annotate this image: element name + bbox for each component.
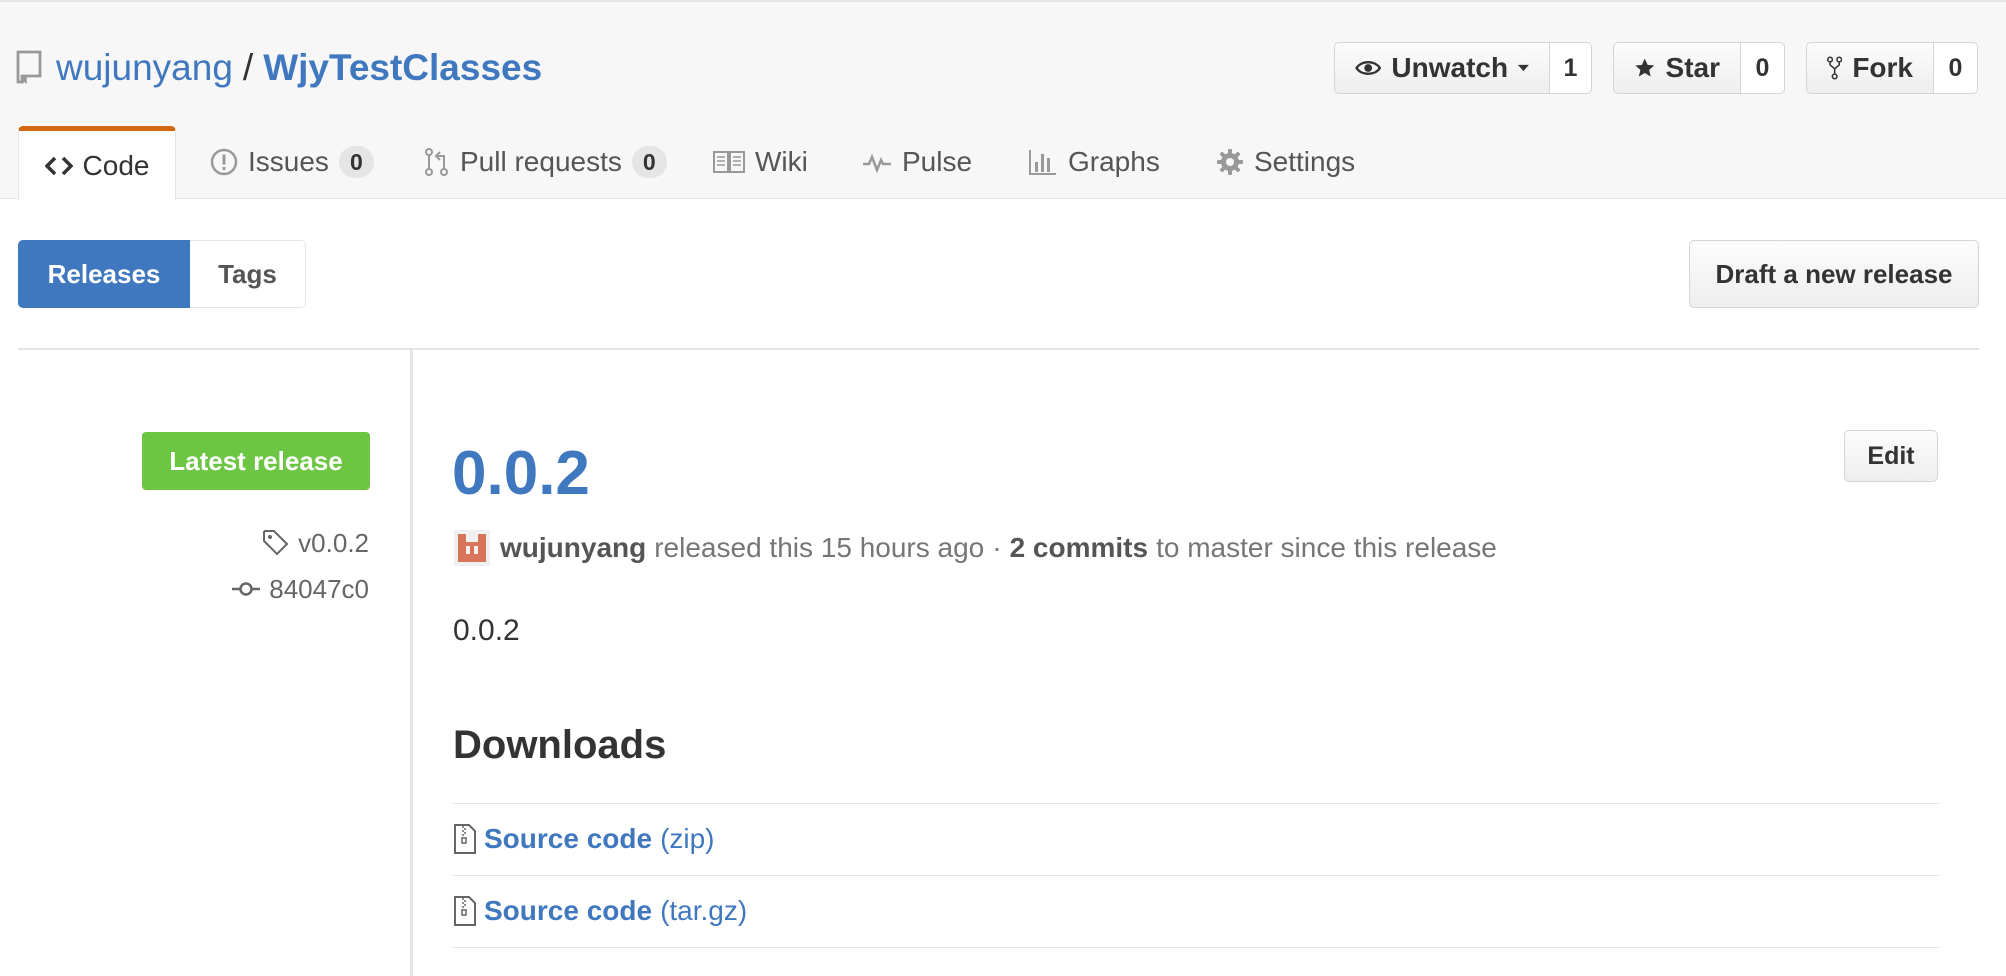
download-targz-format: (tar.gz) — [660, 895, 748, 926]
tab-settings[interactable]: Settings — [1216, 126, 1355, 198]
timeline-line — [410, 350, 413, 976]
tab-pulse[interactable]: Pulse — [862, 126, 972, 198]
tab-issues-label: Issues — [248, 146, 329, 177]
stargazers-count[interactable]: 0 — [1741, 42, 1785, 94]
commit-icon — [232, 582, 261, 596]
latest-release-badge: Latest release — [142, 432, 370, 490]
downloads-divider — [453, 947, 1939, 948]
tab-pull-requests-label: Pull requests — [460, 146, 622, 177]
fork-label: Fork — [1852, 52, 1913, 83]
eye-icon — [1355, 61, 1382, 75]
avatar[interactable] — [454, 530, 490, 566]
issues-counter: 0 — [338, 146, 374, 178]
pull-request-icon — [425, 148, 448, 176]
repo-title: wujunyang / WjyTestClasses — [16, 40, 542, 96]
release-byline: wujunyang released this 15 hours ago · 2… — [454, 528, 1497, 568]
tab-wiki-label: Wiki — [755, 146, 808, 177]
tab-pulse-label: Pulse — [902, 146, 973, 177]
tag-icon — [263, 530, 289, 556]
release-commit-label: 84047c0 — [269, 573, 369, 604]
divider — [18, 348, 1979, 350]
release-tag-label: v0.0.2 — [298, 527, 369, 558]
caret-down-icon — [1518, 64, 1529, 72]
pulse-icon — [863, 153, 891, 174]
tab-settings-label: Settings — [1254, 146, 1356, 177]
fork-button-group: Fork 0 — [1806, 42, 1978, 94]
draft-new-release-button[interactable]: Draft a new release — [1689, 240, 1979, 308]
star-button[interactable]: Star — [1613, 42, 1741, 94]
tab-pull-requests[interactable]: Pull requests 0 — [424, 126, 667, 198]
download-targz-label: Source code — [484, 895, 653, 926]
forks-count[interactable]: 0 — [1934, 42, 1978, 94]
commits-link[interactable]: 2 commits — [1010, 532, 1149, 564]
releases-tab-button[interactable]: Releases — [18, 240, 190, 308]
download-zip-format: (zip) — [660, 823, 715, 854]
tab-graphs-label: Graphs — [1068, 146, 1160, 177]
gear-icon — [1217, 149, 1243, 175]
download-zip-label: Source code — [484, 823, 653, 854]
repo-name-link[interactable]: WjyTestClasses — [263, 47, 542, 89]
tab-wiki[interactable]: Wiki — [713, 126, 808, 198]
repo-icon — [16, 50, 42, 84]
byline-dot: · — [992, 532, 1002, 563]
release-title[interactable]: 0.0.2 — [452, 436, 590, 512]
released-text: released this 15 hours ago — [654, 532, 985, 563]
fork-button[interactable]: Fork — [1806, 42, 1934, 94]
book-icon — [713, 151, 745, 173]
download-targz-link[interactable]: Source code (tar.gz) — [454, 876, 747, 946]
since-release-text: to master since this release — [1156, 532, 1497, 563]
tab-code[interactable]: Code — [18, 126, 176, 200]
download-zip-link[interactable]: Source code (zip) — [454, 804, 715, 874]
watch-button-group: Unwatch 1 — [1334, 42, 1592, 94]
watchers-count[interactable]: 1 — [1550, 42, 1592, 94]
tab-graphs[interactable]: Graphs — [1028, 126, 1160, 198]
edit-button[interactable]: Edit — [1844, 430, 1938, 482]
tab-issues[interactable]: Issues 0 — [210, 126, 374, 198]
file-zip-icon — [454, 824, 476, 854]
star-label: Star — [1665, 52, 1720, 83]
repo-owner-link[interactable]: wujunyang — [56, 47, 233, 89]
downloads-heading: Downloads — [453, 723, 667, 767]
release-author-link[interactable]: wujunyang — [500, 532, 646, 564]
release-commit[interactable]: 84047c0 — [231, 572, 369, 606]
fork-icon — [1827, 56, 1843, 80]
unwatch-label: Unwatch — [1391, 52, 1509, 83]
unwatch-button[interactable]: Unwatch — [1334, 42, 1550, 94]
code-icon — [44, 156, 73, 175]
release-body: 0.0.2 — [453, 614, 520, 647]
star-button-group: Star 0 — [1613, 42, 1785, 94]
tags-tab-button[interactable]: Tags — [190, 240, 306, 308]
pull-requests-counter: 0 — [631, 146, 667, 178]
repo-separator: / — [242, 47, 254, 88]
tab-code-label: Code — [82, 149, 150, 181]
graph-icon — [1029, 150, 1056, 175]
star-icon — [1635, 58, 1655, 77]
file-zip-icon — [454, 896, 476, 926]
issue-icon — [210, 148, 238, 176]
release-tag[interactable]: v0.0.2 — [262, 526, 369, 560]
